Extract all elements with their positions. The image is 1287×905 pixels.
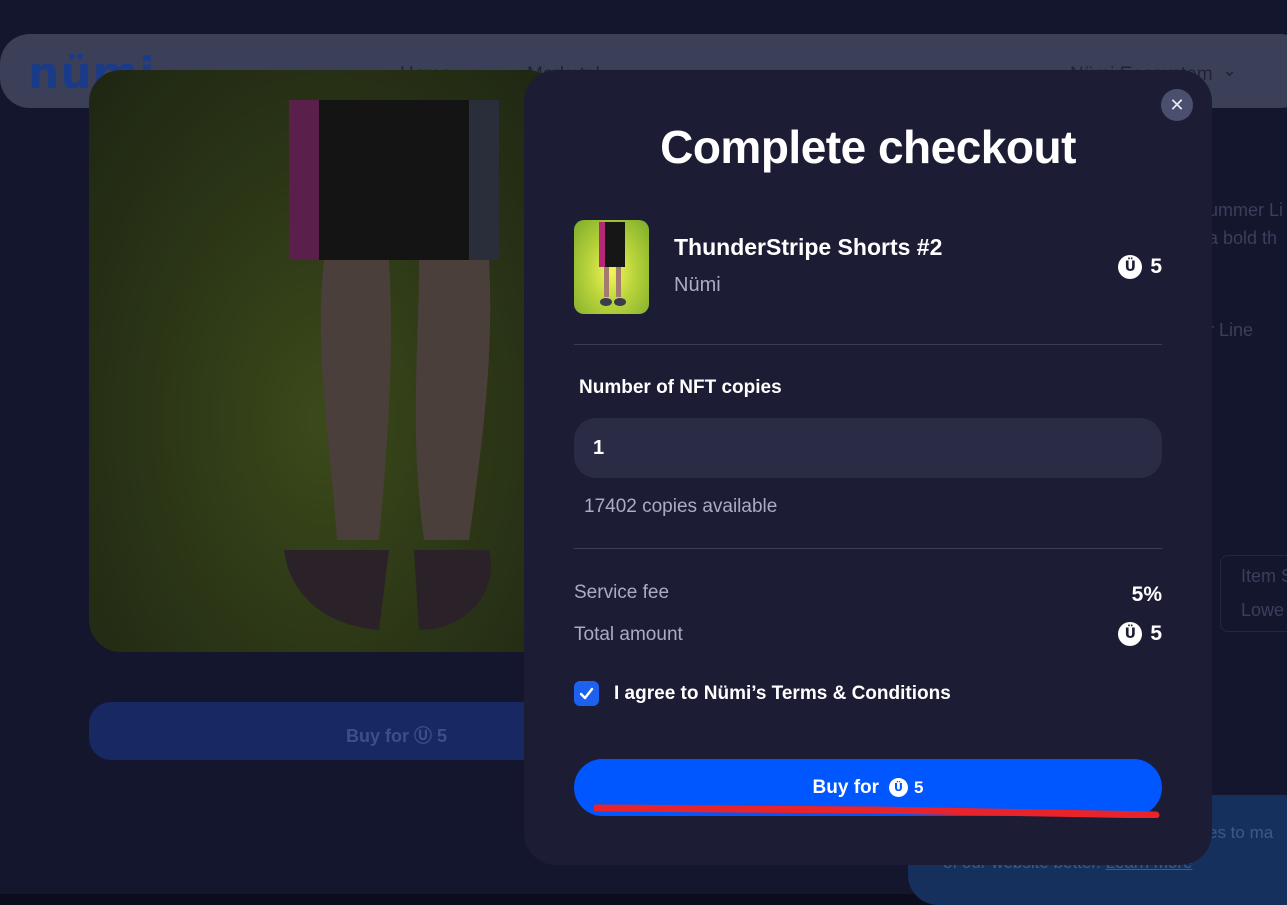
total-amount-value: Ü 5 — [1118, 622, 1162, 646]
item-thumbnail — [574, 220, 649, 314]
chevron-down-icon[interactable]: ⌄ — [1222, 60, 1237, 81]
checkout-modal: ✕ Complete checkout ThunderStripe Shorts… — [524, 70, 1212, 865]
terms-label[interactable]: I agree to Nümi’s Terms & Conditions — [614, 683, 951, 705]
buy-button-label: Buy for — [812, 776, 880, 798]
coin-icon: Ü — [889, 778, 909, 797]
coin-icon: Ü — [1118, 255, 1143, 279]
modal-title: Complete checkout — [660, 121, 1076, 173]
background-buy-label: Buy for — [346, 726, 409, 746]
divider — [574, 548, 1162, 549]
service-fee-value: 5% — [1131, 583, 1162, 606]
item-creator: Nümi — [674, 274, 721, 296]
buy-button[interactable]: Buy for Ü 5 — [574, 759, 1162, 816]
divider — [574, 344, 1162, 345]
total-amount-label: Total amount — [574, 624, 683, 645]
background-buy-button[interactable]: Buy for Ⓤ 5 — [89, 702, 559, 760]
shorts-figure — [284, 100, 499, 630]
background-buy-amount: 5 — [437, 726, 448, 746]
item-stats-card: Item S Lowe — [1220, 555, 1287, 632]
description-fragment: ummer Li — [1208, 200, 1284, 220]
item-price: Ü 5 — [1118, 255, 1162, 279]
coin-icon: Ü — [1118, 622, 1143, 646]
service-fee-label: Service fee — [574, 582, 670, 603]
terms-checkbox[interactable] — [574, 681, 599, 706]
collection-fragment: r Line — [1208, 320, 1254, 340]
item-price-value: 5 — [1150, 255, 1162, 278]
quantity-input[interactable] — [574, 418, 1162, 478]
item-name: ThunderStripe Shorts #2 — [674, 234, 943, 260]
description-fragment: a bold th — [1208, 228, 1278, 248]
quantity-label: Number of NFT copies — [579, 377, 782, 398]
stats-label: Lowe — [1241, 600, 1285, 620]
coin-icon: Ⓤ — [414, 726, 433, 746]
cookie-text: es to ma — [1208, 823, 1274, 842]
buy-button-amount: 5 — [914, 777, 924, 797]
copies-available: 17402 copies available — [584, 496, 778, 517]
checkmark-icon — [579, 687, 594, 700]
stats-label: Item S — [1241, 566, 1287, 586]
close-icon[interactable]: ✕ — [1161, 89, 1193, 121]
product-image — [89, 70, 559, 652]
